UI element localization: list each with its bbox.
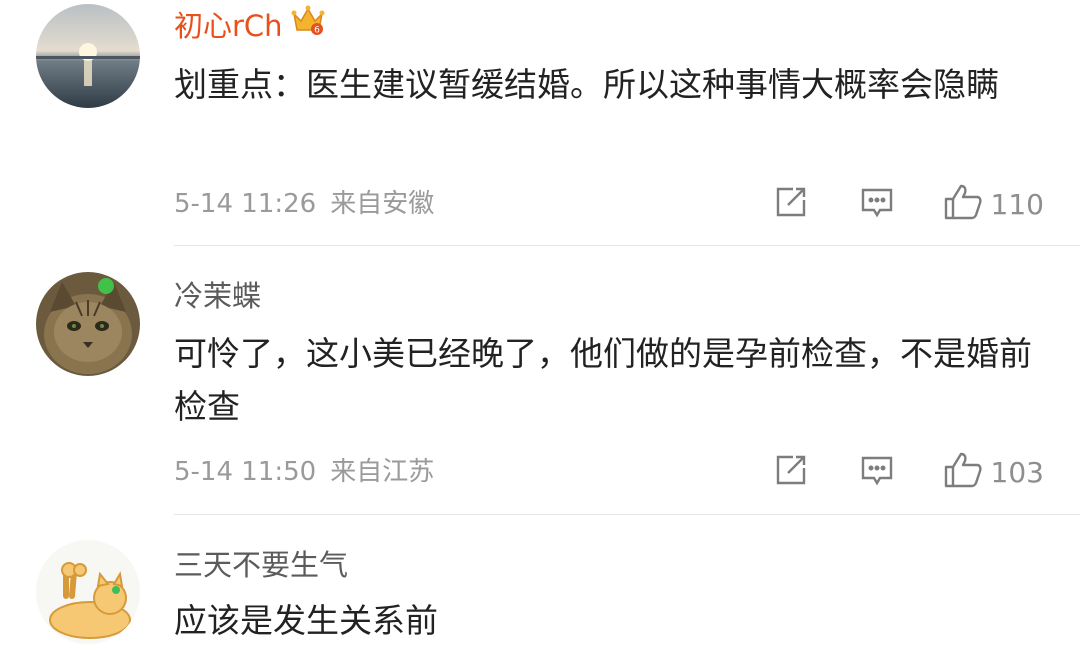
avatar[interactable] — [36, 4, 140, 108]
like-count: 103 — [990, 455, 1044, 489]
username[interactable]: 三天不要生气 — [174, 547, 348, 583]
like-icon[interactable] — [943, 183, 983, 225]
comment-text: 划重点：医生建议暂缓结婚。所以这种事情大概率会隐瞒 — [174, 65, 999, 104]
divider — [174, 245, 1080, 246]
username[interactable]: 初心rCh 6 — [174, 5, 325, 48]
avatar-image-cartoon-cat — [36, 540, 140, 644]
like-count: 110 — [990, 187, 1044, 221]
username[interactable]: 冷茉蝶 — [174, 278, 261, 314]
comment-icon[interactable] — [859, 184, 895, 224]
avatar[interactable] — [36, 540, 140, 644]
comment-date: 5-14 11:50 — [174, 457, 317, 487]
comment-meta: 5-14 11:50 来自江苏 — [174, 455, 434, 489]
avatar-image-cat — [36, 272, 140, 376]
comment-text: 应该是发生关系前 — [174, 601, 438, 640]
avatar[interactable] — [36, 272, 140, 376]
like-icon[interactable] — [943, 451, 983, 493]
comment-location: 来自安徽 — [330, 189, 435, 219]
comment-location: 来自江苏 — [330, 457, 435, 487]
comment-date: 5-14 11:26 — [174, 189, 317, 219]
svg-text:6: 6 — [314, 26, 320, 36]
repost-icon[interactable] — [773, 452, 809, 492]
comment-icon[interactable] — [859, 452, 895, 492]
comment-actions: 103 — [773, 452, 1044, 492]
comment-meta: 5-14 11:26 来自安徽 — [174, 187, 434, 221]
divider — [174, 514, 1080, 515]
avatar-image-sunset — [36, 4, 140, 108]
repost-icon[interactable] — [773, 184, 809, 224]
comment-actions: 110 — [773, 184, 1044, 224]
comment-text: 可怜了，这小美已经晚了，他们做的是孕前检查，不是婚前检查 — [174, 334, 1032, 426]
username-text[interactable]: 初心rCh — [174, 9, 283, 43]
vip-crown-icon: 6 — [291, 4, 325, 44]
